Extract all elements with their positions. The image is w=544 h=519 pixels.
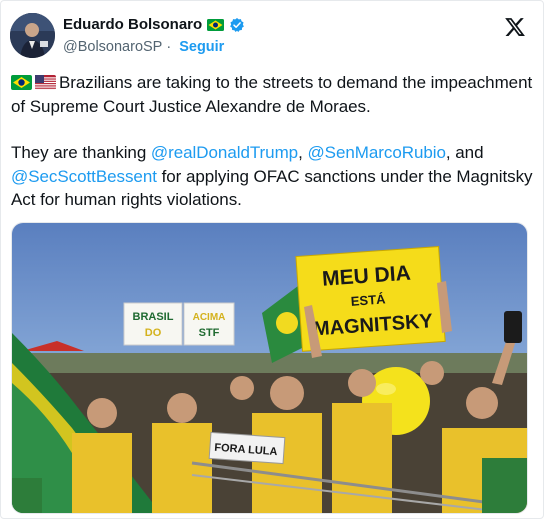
tweet-line-2-before: They are thanking bbox=[11, 143, 151, 162]
sign-right-line-2: STF bbox=[199, 327, 220, 339]
verified-badge-icon bbox=[230, 17, 245, 32]
mention-realdonaldtrump[interactable]: @realDonaldTrump bbox=[151, 143, 298, 162]
follow-button[interactable]: Seguir bbox=[179, 39, 224, 55]
mention-senmarcorubio[interactable]: @SenMarcoRubio bbox=[307, 143, 446, 162]
handle-row: @BolsonaroSP · Seguir bbox=[63, 39, 224, 55]
tweet-line-2-and: and bbox=[450, 143, 484, 162]
x-logo-icon[interactable] bbox=[504, 16, 526, 38]
tweet-line-1: Brazilians are taking to the streets to … bbox=[11, 73, 533, 116]
sign-acima: ACIMA STF bbox=[183, 302, 235, 346]
sign-left-line-2: DO bbox=[145, 327, 162, 339]
sign-meu-dia: MEU DIA ESTÁ MAGNITSKY bbox=[295, 246, 446, 352]
brazil-flag-icon bbox=[11, 75, 32, 90]
tweet-paragraph-1: Brazilians are taking to the streets to … bbox=[11, 71, 535, 118]
sign-left-line-1: BRASIL bbox=[133, 311, 174, 323]
brazil-flag-icon bbox=[207, 18, 225, 31]
avatar[interactable] bbox=[10, 13, 55, 58]
tweet-text: Brazilians are taking to the streets to … bbox=[11, 71, 535, 235]
mention-secscottbessent[interactable]: @SecScottBessent bbox=[11, 167, 157, 186]
separator-dot: · bbox=[166, 39, 172, 55]
author-name[interactable]: Eduardo Bolsonaro bbox=[63, 16, 202, 33]
tweet-paragraph-2: They are thanking @realDonaldTrump, @Sen… bbox=[11, 141, 535, 212]
tweet-card: Eduardo Bolsonaro @BolsonaroSP · Seguir bbox=[0, 0, 544, 519]
sign-main-line-2: ESTÁ bbox=[350, 291, 386, 308]
sign-brasil: BRASIL DO bbox=[123, 302, 183, 346]
sign-right-line-1: ACIMA bbox=[193, 312, 226, 323]
author-name-row: Eduardo Bolsonaro bbox=[63, 16, 245, 33]
sign-fora-lula: FORA LULA bbox=[208, 431, 286, 465]
author-handle[interactable]: @BolsonaroSP bbox=[63, 39, 162, 55]
tweet-media-photo[interactable]: BRASIL DO ACIMA STF MEU DIA ESTÁ MAGNITS… bbox=[11, 222, 528, 514]
usa-flag-icon bbox=[35, 75, 56, 90]
